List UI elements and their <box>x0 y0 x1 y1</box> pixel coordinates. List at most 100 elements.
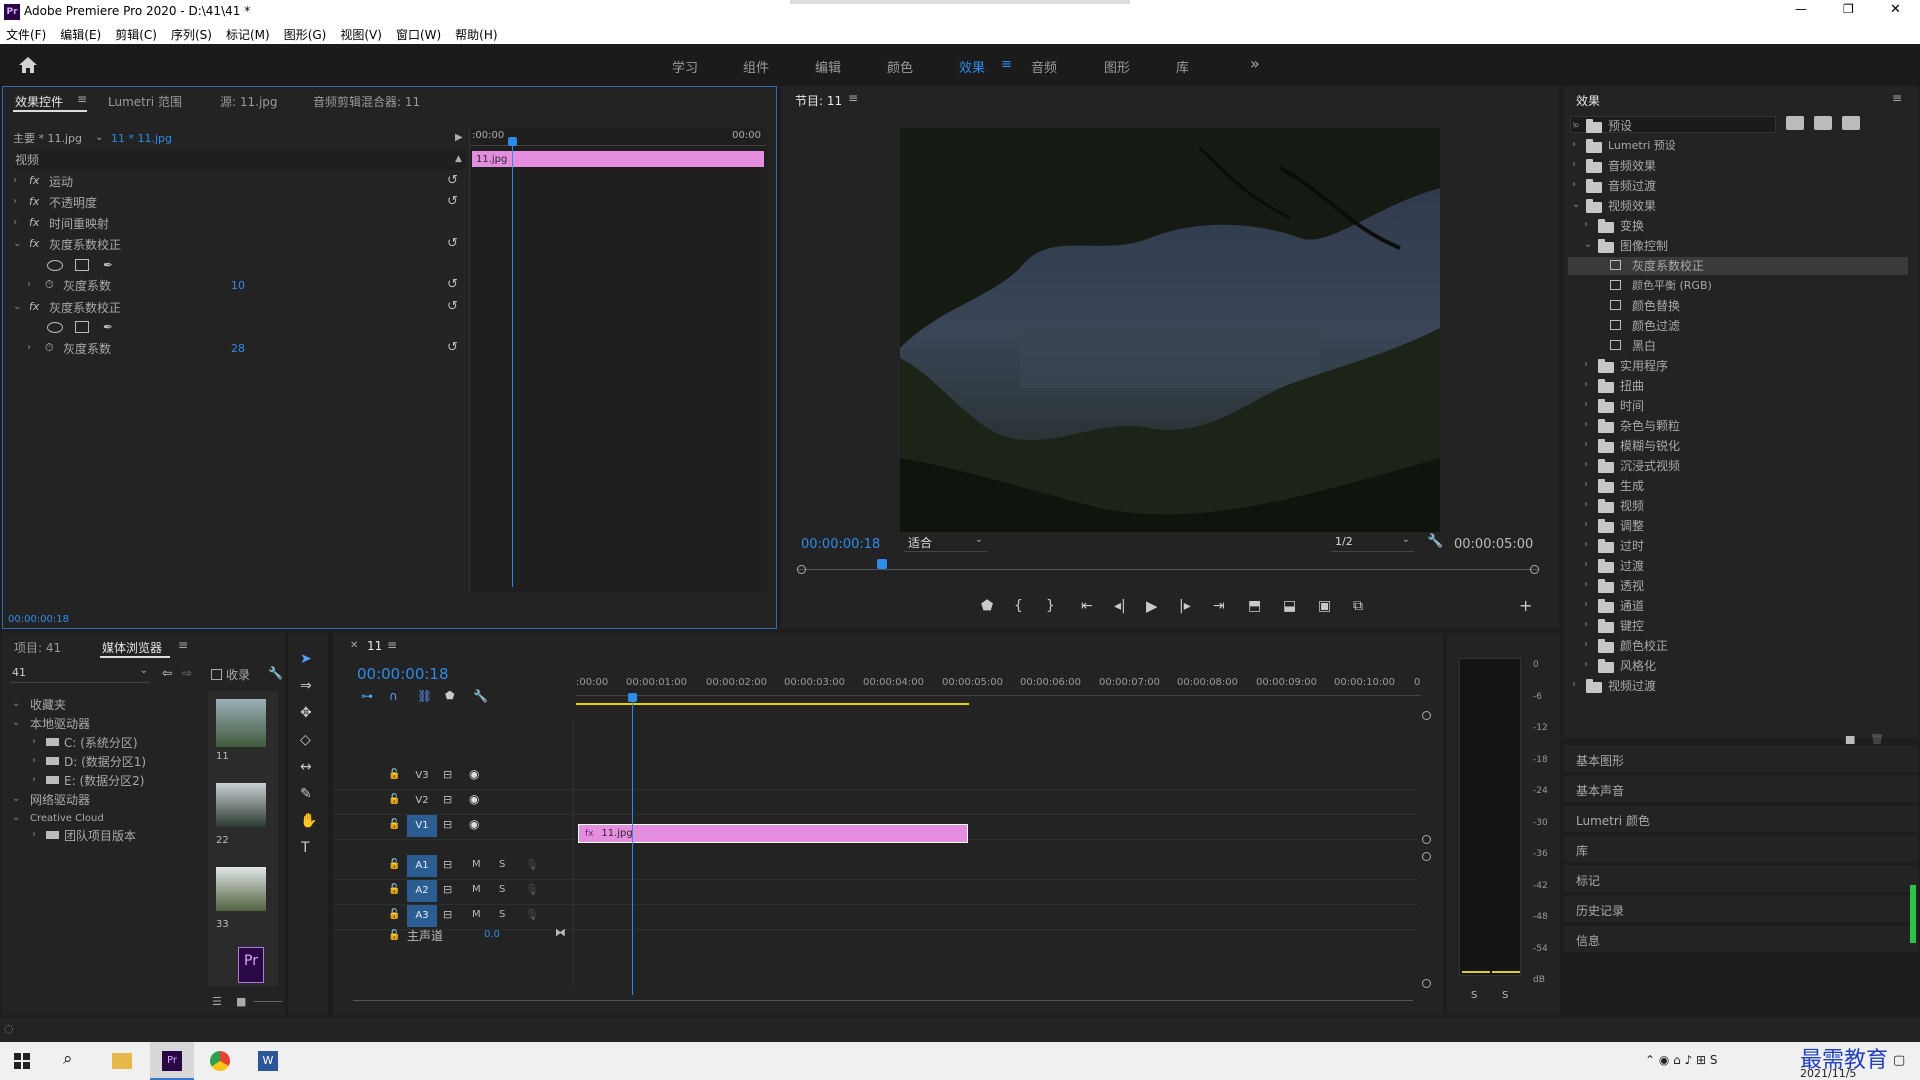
maximize-button[interactable]: ❐ <box>1843 2 1854 16</box>
effects-tree-item[interactable]: 颜色校正 <box>1620 636 1668 656</box>
fx-badge[interactable]: fx <box>29 237 39 250</box>
tree-caret-icon[interactable]: ⌄ <box>12 717 20 728</box>
effects-tree-item[interactable]: 键控 <box>1620 616 1644 636</box>
lock-icon[interactable]: 🔓 <box>388 819 400 830</box>
home-icon[interactable] <box>18 56 38 74</box>
audio-track-label[interactable]: A2 <box>407 880 437 902</box>
windows-start-icon[interactable] <box>14 1053 30 1069</box>
lock-icon[interactable]: 🔓 <box>388 859 400 870</box>
timeline-title[interactable]: 11 <box>367 639 382 653</box>
tree-caret-icon[interactable]: › <box>32 736 36 747</box>
tree-caret-icon[interactable]: › <box>1584 359 1588 370</box>
mute-button[interactable]: M <box>472 859 481 870</box>
browser-tree-item[interactable]: E: (数据分区2) <box>64 771 144 791</box>
lock-icon[interactable]: 🔓 <box>388 884 400 895</box>
effects-tree-item[interactable]: 模糊与锐化 <box>1620 436 1680 456</box>
workspace-menu-icon[interactable]: ≡ <box>1001 57 1012 72</box>
reset-icon[interactable]: ↺ <box>447 340 458 355</box>
hand-tool-icon[interactable]: ✋ <box>300 813 317 829</box>
program-title[interactable]: 节目: 11 <box>795 92 842 109</box>
collapsed-panel[interactable]: 历史记录 <box>1564 894 1918 922</box>
32bit-effects-icon[interactable] <box>1814 116 1832 130</box>
add-marker-icon[interactable]: ⬟ <box>981 598 993 614</box>
sync-lock-icon[interactable]: ⊟ <box>443 858 452 871</box>
browser-tree-item[interactable]: 网络驱动器 <box>30 790 90 810</box>
panel-menu-icon[interactable]: ≡ <box>1892 91 1902 105</box>
ec-timecode[interactable]: 00:00:00:18 <box>8 614 69 625</box>
rectangle-mask-icon[interactable] <box>75 321 89 333</box>
vscroll-handle[interactable] <box>1422 852 1431 861</box>
mini-playhead[interactable] <box>512 137 513 587</box>
tree-caret-icon[interactable]: › <box>1584 559 1588 570</box>
audio-track-label[interactable]: A3 <box>407 905 437 927</box>
tray-icons[interactable]: ⌃ ◉ ⌂ ♪ ⊞ S <box>1645 1053 1718 1067</box>
expand-caret-icon[interactable]: ⌄ <box>13 301 21 312</box>
audio-track-label[interactable]: A1 <box>407 855 437 877</box>
tree-caret-icon[interactable]: › <box>1584 399 1588 410</box>
pen-mask-icon[interactable]: ✒ <box>103 320 113 334</box>
reset-icon[interactable]: ↺ <box>447 194 458 209</box>
timeline-clip[interactable]: fx 11.jpg <box>578 824 968 843</box>
type-tool-icon[interactable]: T <box>301 840 310 856</box>
browser-tree-item[interactable]: D: (数据分区1) <box>64 752 146 772</box>
effects-tree-item[interactable]: 颜色平衡 (RGB) <box>1632 276 1712 296</box>
timeline-playhead-handle[interactable] <box>628 693 637 702</box>
tab-effect-controls[interactable]: 效果控件 <box>15 93 63 110</box>
reset-icon[interactable]: ↺ <box>447 173 458 188</box>
tree-caret-icon[interactable]: › <box>1584 499 1588 510</box>
extract-icon[interactable]: ⬓ <box>1283 598 1296 614</box>
workspace-tab[interactable]: 库 <box>1176 57 1189 76</box>
workspace-tab[interactable]: 组件 <box>743 57 769 76</box>
export-frame-icon[interactable]: ▣ <box>1318 598 1331 614</box>
eye-icon[interactable]: ◉ <box>469 767 479 781</box>
panel-menu-icon[interactable]: ≡ <box>77 92 87 106</box>
tab-audio-clip-mixer[interactable]: 音频剪辑混合器: 11 <box>313 93 420 110</box>
lock-icon[interactable]: 🔓 <box>388 930 400 941</box>
tree-caret-icon[interactable]: › <box>1572 179 1576 190</box>
go-to-out-icon[interactable]: ⇥ <box>1213 598 1225 614</box>
panel-menu-icon[interactable]: ≡ <box>387 638 397 652</box>
tree-caret-icon[interactable]: › <box>1584 619 1588 630</box>
back-arrow-icon[interactable]: ⇦ <box>162 666 172 680</box>
effects-tree-item[interactable]: 灰度系数校正 <box>1632 256 1704 276</box>
comparison-view-icon[interactable]: ⧉ <box>1353 598 1363 614</box>
minimize-button[interactable]: — <box>1795 2 1807 16</box>
effects-tree-item[interactable]: 沉浸式视频 <box>1620 456 1680 476</box>
tab-source[interactable]: 源: 11.jpg <box>220 93 278 110</box>
effects-tree-item[interactable]: 生成 <box>1620 476 1644 496</box>
effect-param-value[interactable]: 28 <box>231 339 245 359</box>
menu-item[interactable]: 序列(S) <box>171 28 212 42</box>
effects-tree-item[interactable]: 黑白 <box>1632 336 1656 356</box>
reset-icon[interactable]: ↺ <box>447 277 458 292</box>
lock-icon[interactable]: 🔓 <box>388 769 400 780</box>
wrench-icon[interactable]: 🔧 <box>268 666 283 680</box>
ellipse-mask-icon[interactable] <box>47 260 63 271</box>
mini-playhead-handle[interactable] <box>508 137 517 146</box>
collapsed-panel[interactable]: 基本图形 <box>1564 744 1918 772</box>
sync-lock-icon[interactable]: ⊟ <box>443 768 452 781</box>
icon-view-icon[interactable]: ■ <box>236 995 246 1008</box>
eye-icon[interactable]: ◉ <box>469 817 479 831</box>
tree-caret-icon[interactable]: ⌄ <box>12 812 20 823</box>
timeline-playhead[interactable] <box>632 697 633 995</box>
effects-tree-item[interactable]: 过时 <box>1620 536 1644 556</box>
effects-tree-item[interactable]: 过渡 <box>1620 556 1644 576</box>
solo-button[interactable]: S <box>499 884 505 895</box>
reset-icon[interactable]: ↺ <box>447 299 458 314</box>
chrome-icon[interactable] <box>210 1051 230 1071</box>
fx-badge[interactable]: fx <box>29 216 39 229</box>
workspace-tab[interactable]: 图形 <box>1104 57 1130 76</box>
effects-tree-item[interactable]: 时间 <box>1620 396 1644 416</box>
effects-tree-item[interactable]: 调整 <box>1620 516 1644 536</box>
step-forward-icon[interactable]: |▸ <box>1179 598 1191 614</box>
effects-tree-item[interactable]: 视频效果 <box>1608 196 1656 216</box>
fx-badge[interactable]: fx <box>29 174 39 187</box>
tree-caret-icon[interactable]: › <box>1584 579 1588 590</box>
vscroll-handle[interactable] <box>1422 835 1431 844</box>
effect-param-value[interactable]: 10 <box>231 276 245 296</box>
effects-tree-item[interactable]: 预设 <box>1608 116 1632 136</box>
selection-tool-icon[interactable]: ➤ <box>300 651 312 667</box>
expand-caret-icon[interactable]: › <box>13 196 17 207</box>
thumbnail-image[interactable] <box>216 867 266 911</box>
wrench-icon[interactable]: 🔧 <box>473 689 488 703</box>
